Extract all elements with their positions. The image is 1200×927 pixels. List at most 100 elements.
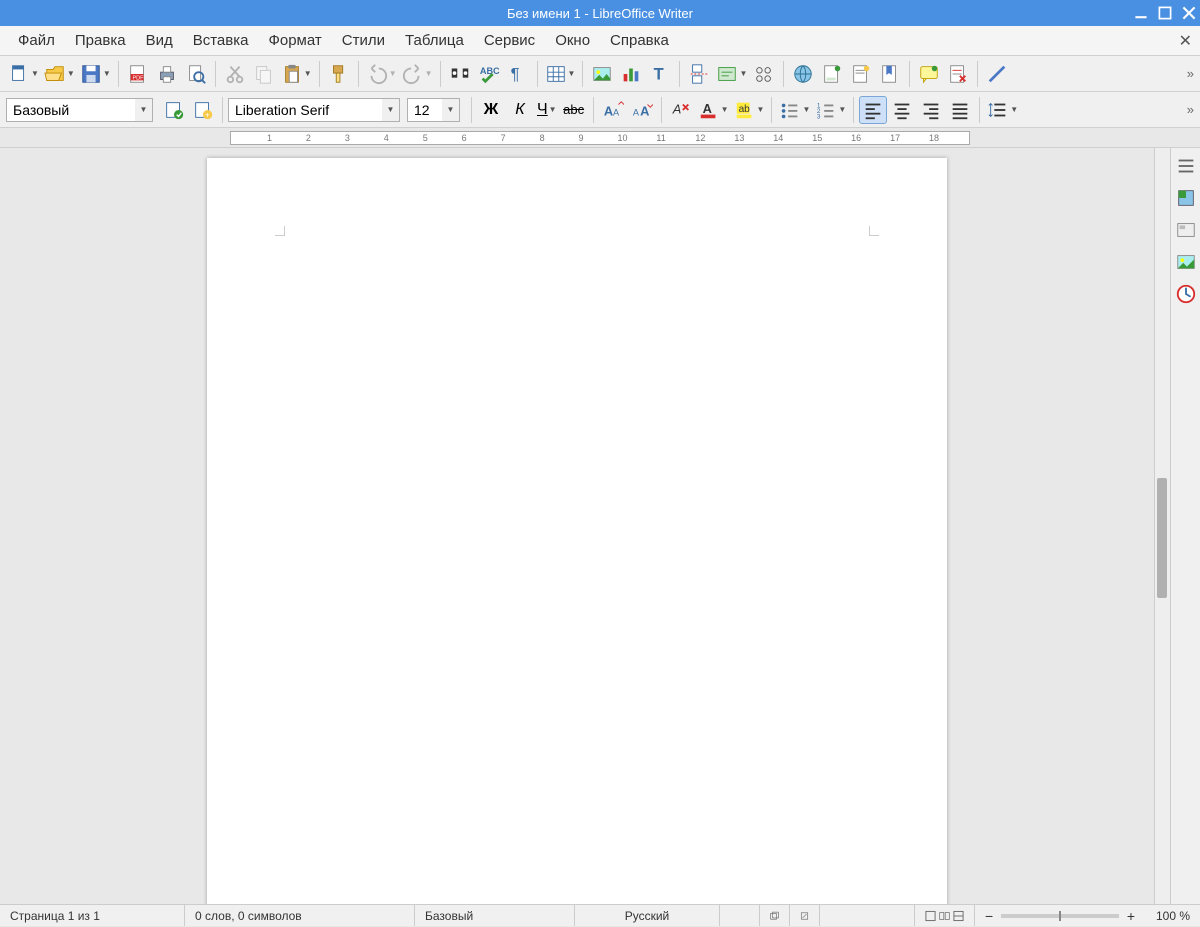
sidebar (1170, 148, 1200, 904)
insert-image-button[interactable] (588, 60, 616, 88)
print-button[interactable] (153, 60, 181, 88)
svg-text:A: A (613, 107, 620, 117)
status-selection-mode[interactable] (760, 905, 790, 926)
sidebar-page-icon[interactable] (1174, 282, 1198, 306)
redo-button[interactable]: ▼ (400, 60, 435, 88)
font-size-combo[interactable]: 12▼ (407, 98, 443, 122)
insert-special-char-button[interactable] (750, 60, 778, 88)
undo-button[interactable]: ▼ (364, 60, 399, 88)
menu-file[interactable]: Файл (8, 28, 65, 53)
menu-table[interactable]: Таблица (395, 28, 474, 53)
formatting-toolbar: Базовый▼ + Liberation Serif▼ 12▼ Ж К Ч▼ … (0, 92, 1200, 128)
toolbar-overflow-button-2[interactable]: » (1187, 102, 1194, 117)
clone-formatting-button[interactable] (325, 60, 353, 88)
increase-font-button[interactable]: AA (599, 96, 627, 124)
clear-formatting-button[interactable]: A (667, 96, 695, 124)
new-style-button[interactable]: + (189, 96, 217, 124)
menu-tools[interactable]: Сервис (474, 28, 545, 53)
svg-text:A: A (603, 103, 612, 118)
horizontal-ruler[interactable]: 123456789101112131415161718 (0, 128, 1200, 148)
formatting-marks-button[interactable]: ¶ (504, 60, 532, 88)
status-signature[interactable] (790, 905, 820, 926)
draw-functions-button[interactable] (983, 60, 1011, 88)
menu-edit[interactable]: Правка (65, 28, 136, 53)
status-view-layout[interactable] (915, 905, 975, 926)
svg-text:PDF: PDF (132, 75, 144, 81)
open-button[interactable]: ▼ (42, 60, 77, 88)
window-title: Без имени 1 - LibreOffice Writer (0, 6, 1200, 21)
status-language[interactable]: Русский (575, 905, 720, 926)
status-page[interactable]: Страница 1 из 1 (0, 905, 185, 926)
paragraph-style-combo[interactable]: Базовый▼ (6, 98, 136, 122)
align-justify-button[interactable] (946, 96, 974, 124)
insert-chart-button[interactable] (617, 60, 645, 88)
insert-endnote-button[interactable] (847, 60, 875, 88)
maximize-button[interactable] (1158, 6, 1172, 20)
svg-text:A: A (671, 101, 681, 116)
align-center-button[interactable] (888, 96, 916, 124)
spellcheck-button[interactable]: ABC (475, 60, 503, 88)
sidebar-gallery-icon[interactable] (1174, 218, 1198, 242)
hyperlink-button[interactable] (789, 60, 817, 88)
menu-format[interactable]: Формат (258, 28, 331, 53)
insert-comment-button[interactable] (915, 60, 943, 88)
track-changes-button[interactable] (944, 60, 972, 88)
vertical-scrollbar[interactable] (1154, 148, 1170, 904)
align-left-button[interactable] (859, 96, 887, 124)
menu-styles[interactable]: Стили (332, 28, 395, 53)
line-spacing-button[interactable]: ▼ (985, 96, 1020, 124)
italic-button[interactable]: К (506, 96, 534, 124)
margin-indicator-icon (275, 226, 285, 236)
insert-bookmark-button[interactable] (876, 60, 904, 88)
insert-field-button[interactable]: ▼ (714, 60, 749, 88)
svg-text:¶: ¶ (510, 65, 519, 83)
bullet-list-button[interactable]: ▼ (777, 96, 812, 124)
sidebar-navigator-icon[interactable] (1174, 250, 1198, 274)
copy-button[interactable] (250, 60, 278, 88)
close-button[interactable] (1182, 6, 1196, 20)
menu-insert[interactable]: Вставка (183, 28, 259, 53)
svg-text:+: + (205, 110, 210, 119)
insert-table-button[interactable]: ▼ (543, 60, 578, 88)
standard-toolbar: ▼ ▼ ▼ PDF ▼ ▼ ▼ ABC ¶ ▼ T ▼ » (0, 56, 1200, 92)
underline-button[interactable]: Ч▼ (535, 96, 559, 124)
page[interactable] (207, 158, 947, 904)
numbered-list-button[interactable]: 123▼ (813, 96, 848, 124)
new-button[interactable]: ▼ (6, 60, 41, 88)
highlight-color-button[interactable]: ab▼ (732, 96, 767, 124)
cut-button[interactable] (221, 60, 249, 88)
status-zoom-value[interactable]: 100 % (1145, 905, 1200, 926)
status-zoom-slider[interactable]: − + (975, 905, 1145, 926)
menu-window[interactable]: Окно (545, 28, 600, 53)
insert-page-break-button[interactable] (685, 60, 713, 88)
sidebar-properties-icon[interactable] (1174, 154, 1198, 178)
strikethrough-button[interactable]: abc (560, 96, 588, 124)
decrease-font-button[interactable]: AA (628, 96, 656, 124)
document-canvas[interactable] (0, 148, 1154, 904)
font-name-combo[interactable]: Liberation Serif▼ (228, 98, 383, 122)
insert-textbox-button[interactable]: T (646, 60, 674, 88)
find-replace-button[interactable] (446, 60, 474, 88)
svg-text:ab: ab (738, 103, 750, 114)
export-pdf-button[interactable]: PDF (124, 60, 152, 88)
menu-view[interactable]: Вид (136, 28, 183, 53)
svg-text:ABC: ABC (479, 66, 499, 76)
align-right-button[interactable] (917, 96, 945, 124)
close-document-button[interactable]: ✕ (1179, 31, 1192, 51)
bold-button[interactable]: Ж (477, 96, 505, 124)
font-color-button[interactable]: A▼ (696, 96, 731, 124)
svg-text:A: A (702, 100, 711, 115)
toolbar-overflow-button[interactable]: » (1187, 66, 1194, 81)
update-style-button[interactable] (160, 96, 188, 124)
save-button[interactable]: ▼ (78, 60, 113, 88)
status-page-style[interactable]: Базовый (415, 905, 575, 926)
menu-help[interactable]: Справка (600, 28, 679, 53)
status-insert-mode[interactable] (720, 905, 760, 926)
insert-footnote-button[interactable] (818, 60, 846, 88)
print-preview-button[interactable] (182, 60, 210, 88)
svg-text:3: 3 (817, 113, 821, 120)
status-word-count[interactable]: 0 слов, 0 символов (185, 905, 415, 926)
minimize-button[interactable] (1134, 6, 1148, 20)
sidebar-styles-icon[interactable] (1174, 186, 1198, 210)
paste-button[interactable]: ▼ (279, 60, 314, 88)
